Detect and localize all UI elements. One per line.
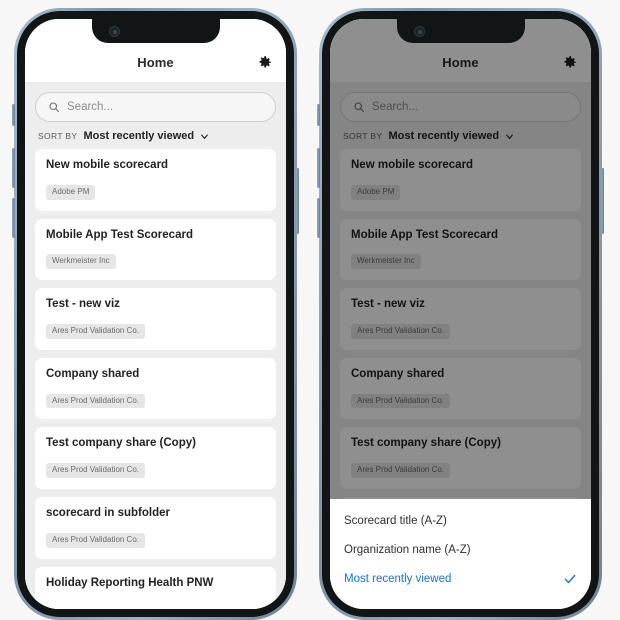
phone-screen-left: Home Search... SORT BY Most recently vie… [25,19,286,609]
sort-option-label: Organization name (A-Z) [344,543,471,556]
app-screen: Home Search... SORT BY Most recently vie… [330,19,591,609]
status-badge: Ares Prod Validation Co. [46,532,146,548]
scorecard-title: Test company share (Copy) [46,437,196,450]
sort-option-label: Most recently viewed [344,572,452,585]
power-button[interactable] [601,168,604,234]
silent-switch[interactable] [12,104,15,126]
volume-down-button[interactable] [12,198,15,238]
scorecard-title: Mobile App Test Scorecard [46,228,193,241]
front-camera-icon [413,26,425,37]
volume-up-button[interactable] [12,148,15,188]
sort-option-organization-name[interactable]: Organization name (A-Z) [330,535,591,564]
scorecard-title: Holiday Reporting Health PNW [46,576,214,589]
phone-left: Home Search... SORT BY Most recently vie… [12,8,299,620]
scorecard-title: Test - new viz [46,298,120,311]
sort-by-value: Most recently viewed [83,130,195,142]
list-item[interactable]: New mobile scorecard Adobe PM [35,149,276,211]
check-icon [564,574,576,583]
sort-by-label: SORT BY [38,131,78,141]
list-item[interactable]: Holiday Reporting Health PNW [35,566,276,609]
scorecard-title: Company shared [46,367,140,380]
gear-icon[interactable] [254,53,274,73]
phone-right: Home Search... SORT BY Most recently vie… [317,8,604,620]
chevron-down-icon [201,134,208,139]
scorecard-title: New mobile scorecard [46,159,169,171]
power-button[interactable] [296,168,299,234]
volume-up-button[interactable] [317,148,320,188]
phone-notch [396,19,525,43]
list-item[interactable]: Mobile App Test Scorecard Werkmeister In… [35,218,276,281]
front-camera-icon [108,26,120,37]
sort-option-label: Scorecard title (A-Z) [344,514,447,527]
list-item[interactable]: scorecard in subfolder Ares Prod Validat… [35,496,276,559]
list-item[interactable]: Test company share (Copy) Ares Prod Vali… [35,427,276,489]
app-screen: Home Search... SORT BY Most recently vie… [25,19,286,609]
search-bar[interactable] [35,92,276,122]
status-badge: Ares Prod Validation Co. [46,323,146,339]
home-content: SORT BY Most recently viewed New mobile … [25,83,286,609]
status-badge: Werkmeister Inc [46,254,116,270]
status-badge: Ares Prod Validation Co. [46,393,146,409]
status-badge: Ares Prod Validation Co. [46,463,146,478]
sort-by-sheet: Scorecard title (A-Z) Organization name … [330,499,591,609]
volume-down-button[interactable] [317,198,320,238]
phone-notch [91,19,220,43]
search-input[interactable] [67,101,263,113]
silent-switch[interactable] [317,104,320,126]
search-icon [49,102,60,113]
page-title: Home [137,55,174,70]
phone-screen-right: Home Search... SORT BY Most recently vie… [330,19,591,609]
scorecard-list: New mobile scorecard Adobe PM Mobile App… [35,149,276,609]
list-item[interactable]: Test - new viz Ares Prod Validation Co. [35,288,276,350]
scorecard-title: scorecard in subfolder [46,506,170,519]
status-badge: Adobe PM [46,184,96,200]
screenshot-stage: Home Search... SORT BY Most recently vie… [0,0,620,620]
sort-option-most-recently-viewed[interactable]: Most recently viewed [330,564,591,593]
list-item[interactable]: Company shared Ares Prod Validation Co. [35,357,276,420]
app-header: Home [25,43,286,83]
sort-by-control[interactable]: SORT BY Most recently viewed [35,122,276,149]
sort-option-scorecard-title[interactable]: Scorecard title (A-Z) [330,506,591,535]
